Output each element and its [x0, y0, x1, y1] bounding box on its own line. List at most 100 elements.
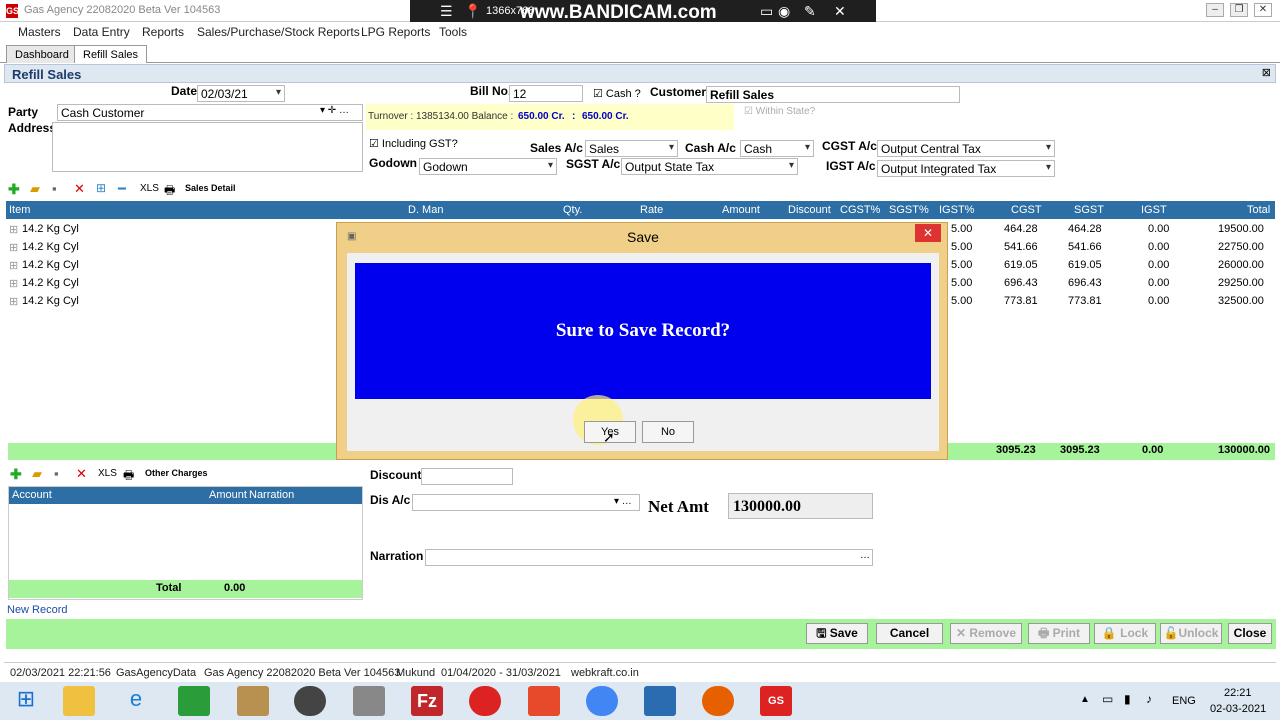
edge-icon[interactable]: e	[120, 686, 152, 716]
customer-field[interactable]: Refill Sales	[706, 86, 960, 103]
col-amount[interactable]: Amount	[722, 204, 760, 216]
delete-icon[interactable]: ✕	[74, 181, 85, 197]
language-indicator[interactable]: ENG	[1172, 695, 1196, 707]
menu-tools[interactable]: Tools	[439, 25, 467, 39]
sgst-ac-select[interactable]: Output State Tax	[621, 158, 798, 175]
anydesk-icon[interactable]	[528, 686, 560, 716]
xls-button[interactable]: XLS	[98, 468, 117, 479]
delete-icon[interactable]: ✕	[76, 466, 87, 482]
app3-icon[interactable]	[644, 686, 676, 716]
col-igstp[interactable]: IGST%	[939, 204, 974, 216]
start-icon[interactable]: ⊞	[10, 686, 42, 716]
close-form-icon[interactable]: ⊠	[1262, 66, 1271, 79]
discount-field[interactable]	[421, 468, 513, 485]
cgst-ac-select[interactable]: Output Central Tax	[877, 140, 1055, 157]
media-icon[interactable]	[294, 686, 326, 716]
menu-icon[interactable]: ☰	[440, 3, 453, 20]
other-charges-button[interactable]: Other Charges	[145, 468, 208, 478]
printer-icon[interactable]: 🖶	[164, 181, 175, 202]
printer-icon[interactable]: 🖶	[123, 466, 134, 487]
close-window-button[interactable]: ✕	[1254, 3, 1272, 17]
lock-button[interactable]: 🔒 Lock	[1094, 623, 1156, 644]
menu-reports[interactable]: Reports	[142, 25, 184, 39]
open-folder-icon[interactable]: ▰	[30, 181, 40, 197]
save-disk-icon[interactable]: ▪	[54, 466, 59, 481]
app2-icon[interactable]	[353, 686, 385, 716]
camera-icon[interactable]: ◉	[778, 3, 790, 20]
volume-icon[interactable]: ♪	[1146, 692, 1152, 706]
minimize-button[interactable]: –	[1206, 3, 1224, 17]
pin-icon[interactable]: 📍	[464, 3, 481, 20]
remove-button[interactable]: ✕ Remove	[950, 623, 1022, 644]
col-rate[interactable]: Rate	[640, 204, 663, 216]
cash-checkbox[interactable]: ☑ Cash ?	[593, 87, 641, 100]
xls-button[interactable]: XLS	[140, 183, 159, 194]
col-cgst[interactable]: CGST	[1011, 204, 1042, 216]
within-state-checkbox[interactable]: ☑ Within State?	[744, 106, 815, 117]
discount-label: Discount	[370, 468, 422, 482]
col-item[interactable]: Item	[9, 204, 30, 216]
sales-ac-select[interactable]: Sales	[585, 140, 678, 157]
col-qty[interactable]: Qty.	[563, 204, 582, 216]
menu-sales-reports[interactable]: Sales/Purchase/Stock Reports	[197, 25, 360, 39]
cancel-button[interactable]: Cancel	[876, 623, 943, 644]
col-igst[interactable]: IGST	[1141, 204, 1167, 216]
add-icon[interactable]: ✚	[8, 181, 20, 198]
close-icon[interactable]: ✕	[834, 3, 846, 20]
network-icon[interactable]: ▭	[1102, 692, 1113, 706]
date-field[interactable]: 02/03/21	[197, 85, 285, 102]
store-icon[interactable]	[178, 686, 210, 716]
maximize-button[interactable]: ❐	[1230, 3, 1248, 17]
menu-data-entry[interactable]: Data Entry	[73, 25, 130, 39]
bill-field[interactable]: 12	[509, 85, 583, 102]
filezilla-icon[interactable]: Fz	[411, 686, 443, 716]
col-sgst[interactable]: SGST	[1074, 204, 1104, 216]
close-button[interactable]: Close	[1228, 623, 1272, 644]
firefox-icon[interactable]	[702, 686, 734, 716]
party-field[interactable]: Cash Customer	[57, 104, 363, 121]
unlock-button[interactable]: 🔓Unlock	[1160, 623, 1222, 644]
square-icon[interactable]: ▭	[760, 3, 773, 20]
file-explorer-icon[interactable]	[63, 686, 95, 716]
collapse-icon[interactable]: ━	[118, 181, 126, 197]
tab-refill-sales[interactable]: Refill Sales	[74, 45, 148, 63]
narration-more-icon[interactable]: …	[860, 550, 870, 561]
total-cgst: 3095.23	[996, 444, 1036, 456]
dis-ac-select[interactable]	[412, 494, 640, 511]
col-total[interactable]: Total	[1247, 204, 1270, 216]
address-field[interactable]	[52, 122, 363, 172]
open-folder-icon[interactable]: ▰	[32, 466, 42, 482]
save-button[interactable]: 🖫 Save	[806, 623, 868, 644]
expand-icon[interactable]: ⊞	[96, 181, 106, 195]
dialog-app-icon: ▣	[347, 231, 357, 242]
save-disk-icon[interactable]: ▪	[52, 181, 57, 196]
party-controls[interactable]: ▾ ✛ …	[320, 105, 349, 116]
menu-lpg-reports[interactable]: LPG Reports	[361, 25, 430, 39]
col-discount[interactable]: Discount	[788, 204, 831, 216]
sales-detail-button[interactable]: Sales Detail	[185, 183, 236, 193]
add-charge-icon[interactable]: ✚	[10, 466, 22, 483]
col-dman[interactable]: D. Man	[408, 204, 443, 216]
dis-ac-controls[interactable]: ▾ …	[614, 496, 632, 507]
app-icon[interactable]	[237, 686, 269, 716]
power-icon[interactable]	[469, 686, 501, 716]
tab-dashboard[interactable]: Dashboard	[6, 45, 78, 63]
col-cgstp[interactable]: CGST%	[840, 204, 880, 216]
print-button[interactable]: 🖶 Print	[1028, 623, 1090, 644]
pencil-icon[interactable]: ✎	[804, 3, 816, 20]
chrome-icon[interactable]	[586, 686, 618, 716]
igst-ac-select[interactable]: Output Integrated Tax	[877, 160, 1055, 177]
narration-field[interactable]	[425, 549, 873, 566]
tray-arrow-icon[interactable]: ▲	[1080, 694, 1090, 705]
clock-date[interactable]: 02-03-2021	[1210, 703, 1266, 715]
gas-agency-icon[interactable]: GS	[760, 686, 792, 716]
clock-time[interactable]: 22:21	[1224, 687, 1252, 699]
dialog-close-button[interactable]: ✕	[915, 224, 941, 242]
menu-masters[interactable]: Masters	[18, 25, 61, 39]
including-gst-checkbox[interactable]: ☑ Including GST?	[369, 137, 458, 150]
battery-icon[interactable]: ▮	[1124, 692, 1131, 706]
godown-select[interactable]: Godown	[419, 158, 557, 175]
col-sgstp[interactable]: SGST%	[889, 204, 929, 216]
no-button[interactable]: No	[642, 421, 694, 443]
cash-ac-select[interactable]: Cash	[740, 140, 814, 157]
